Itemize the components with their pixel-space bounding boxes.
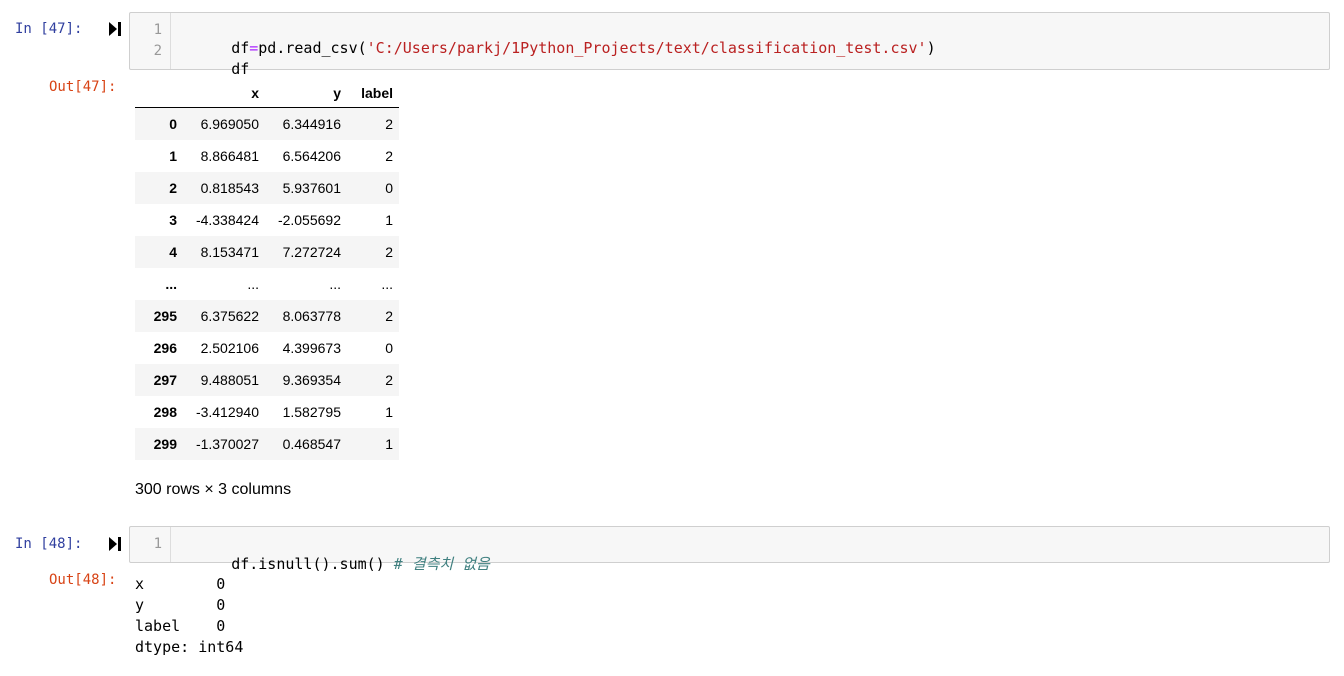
cell-y: 1.582795 <box>282 404 341 420</box>
series-output: x 0 y 0 label 0 dtype: int64 <box>135 575 244 656</box>
cell-label: 2 <box>385 116 393 132</box>
row-index: 297 <box>153 372 177 388</box>
code-input-area[interactable]: 1 df.isnull().sum() # 결측치 없음 <box>129 526 1330 573</box>
code-token: pd.read_csv( <box>258 39 367 57</box>
cell-label: ... <box>381 276 393 292</box>
out-prompt: Out[48]: <box>49 572 117 588</box>
code-token: ) <box>926 39 936 57</box>
cell-y: 7.272724 <box>282 244 341 260</box>
table-row: 3 -4.338424 -2.055692 1 <box>135 204 399 236</box>
table-row: 297 9.488051 9.369354 2 <box>135 364 399 396</box>
cell-x: 6.375622 <box>200 308 259 324</box>
table-body: 0 6.969050 6.344916 2 1 8.866481 6.564206 2 2 0.8… <box>135 107 399 460</box>
cell-label: 2 <box>385 148 393 164</box>
cell-label: 0 <box>385 180 393 196</box>
table-row: 1 8.866481 6.564206 2 <box>135 140 399 172</box>
cell-x: 8.153471 <box>200 244 259 260</box>
cell-label: 1 <box>385 404 393 420</box>
table-header-row: x y label <box>135 79 399 108</box>
table-row: ............ <box>135 268 399 300</box>
run-cell-icon[interactable] <box>108 21 124 39</box>
code-token-comment: # 결측치 없음 <box>393 555 490 573</box>
cell-label: 2 <box>385 308 393 324</box>
row-index: 299 <box>153 436 177 452</box>
cell-x: -4.338424 <box>195 212 259 228</box>
cell-label: 1 <box>385 436 393 452</box>
cell-y: 6.564206 <box>282 148 341 164</box>
code-line: df =pd.read_csv('C:/Users/parkj/1Python_P… <box>177 21 936 75</box>
row-index: 2 <box>169 180 177 196</box>
row-index: 298 <box>153 404 177 420</box>
line-number-gutter: 1 2 <box>130 13 171 69</box>
code-token: df.isnull().sum() <box>231 555 394 573</box>
dataframe-table: x y label 0 6.969050 6.344916 2 1 8.866481 6.5… <box>135 79 399 460</box>
notebook-cell-47: In [47]: 1 2 df =pd.read_csv('C:/Users/pa… <box>0 0 1344 510</box>
cell-x: 0.818543 <box>200 180 259 196</box>
table-row: 2 0.818543 5.937601 0 <box>135 172 399 204</box>
cell-y: 4.399673 <box>282 340 341 356</box>
row-index: ... <box>165 276 177 292</box>
line-number: 1 <box>153 22 162 38</box>
out-prompt: Out[47]: <box>49 79 117 95</box>
code-token-string: 'C:/Users/parkj/1Python_Projects/text/cl… <box>366 39 927 57</box>
cell-y: -2.055692 <box>277 212 341 228</box>
row-index: 4 <box>169 244 177 260</box>
row-index: 0 <box>169 116 177 132</box>
cell-x: 9.488051 <box>200 372 259 388</box>
cell-x: -1.370027 <box>195 436 259 452</box>
table-row: 295 6.375622 8.063778 2 <box>135 300 399 332</box>
cell-x: 8.866481 <box>200 148 259 164</box>
table-row: 299 -1.370027 0.468547 1 <box>135 428 399 460</box>
line-number-gutter: 1 <box>130 527 171 562</box>
cell-label: 2 <box>385 372 393 388</box>
column-header-x: x <box>183 79 265 108</box>
in-prompt: In [48]: <box>15 536 83 552</box>
cell-x: 2.502106 <box>200 340 259 356</box>
code-token: df <box>231 60 250 78</box>
column-header-y: y <box>265 79 347 108</box>
cell-x: ... <box>247 276 259 292</box>
table-row: 298 -3.412940 1.582795 1 <box>135 396 399 428</box>
cell-y: 8.063778 <box>282 308 341 324</box>
line-number: 1 <box>153 536 162 552</box>
row-index: 296 <box>153 340 177 356</box>
cell-y: ... <box>329 276 341 292</box>
column-header-index <box>135 79 183 108</box>
code-token-operator: = <box>249 39 259 57</box>
code-input-area[interactable]: 1 2 df =pd.read_csv('C:/Users/parkj/1Pyth… <box>129 12 1330 78</box>
cell-label: 0 <box>385 340 393 356</box>
cell-y: 6.344916 <box>282 116 341 132</box>
row-index: 295 <box>153 308 177 324</box>
run-cell-icon[interactable] <box>108 536 124 554</box>
cell-x: -3.412940 <box>195 404 259 420</box>
row-index: 1 <box>169 148 177 164</box>
table-row: 0 6.969050 6.344916 2 <box>135 107 399 140</box>
column-header-label: label <box>347 79 399 108</box>
dataframe-shape-note: 300 rows × 3 columns <box>135 481 292 498</box>
in-prompt: In [47]: <box>15 21 83 37</box>
cell-y: 5.937601 <box>282 180 341 196</box>
line-number: 2 <box>153 43 162 59</box>
row-index: 3 <box>169 212 177 228</box>
cell-label: 2 <box>385 244 393 260</box>
cell-label: 1 <box>385 212 393 228</box>
table-row: 296 2.502106 4.399673 0 <box>135 332 399 364</box>
cell-y: 0.468547 <box>282 436 341 452</box>
table-row: 4 8.153471 7.272724 2 <box>135 236 399 268</box>
cell-x: 6.969050 <box>200 116 259 132</box>
cell-y: 9.369354 <box>282 372 341 388</box>
